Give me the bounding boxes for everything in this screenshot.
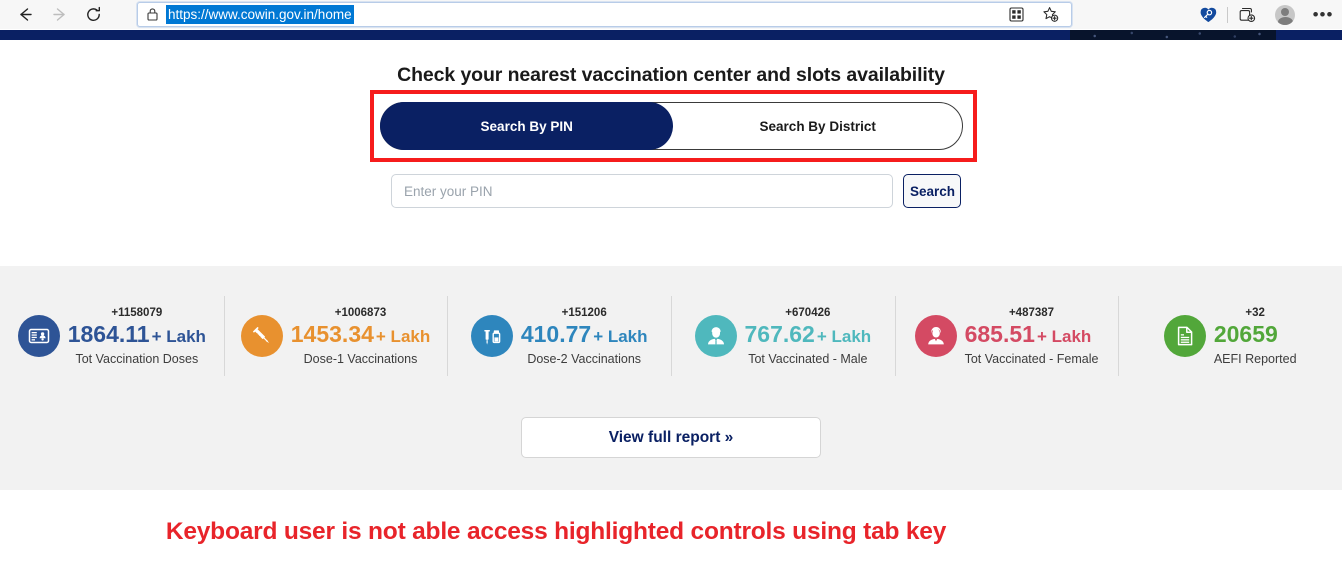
stat-card-male: +670426 767.62 + Lakh Tot Vaccinated - Ma… — [671, 294, 895, 378]
male-person-icon — [694, 315, 737, 357]
vaccination-card-icon — [17, 315, 60, 357]
stat-value: 20659 — [1213, 320, 1278, 347]
stat-delta: +32 — [1245, 306, 1265, 319]
stat-value: 685.51 — [964, 320, 1035, 347]
syringe-vial-icon — [470, 315, 513, 357]
stat-unit: + Lakh — [375, 326, 431, 346]
back-button[interactable] — [8, 1, 42, 29]
tab-search-by-pin[interactable]: Search By PIN — [380, 102, 674, 150]
document-report-icon — [1163, 315, 1206, 357]
stat-delta: +151206 — [561, 306, 607, 319]
collections-icon[interactable] — [1228, 0, 1266, 29]
search-section: Check your nearest vaccination center an… — [0, 40, 1342, 266]
statistics-section: +1158079 1864.11 + Lakh Tot Vaccination D… — [0, 266, 1342, 490]
stat-card-aefi: +32 20659 AEFI Reported — [1118, 294, 1342, 378]
stat-delta: +487387 — [1008, 306, 1055, 319]
view-full-report-button[interactable]: View full report » — [521, 417, 821, 458]
more-dots: ••• — [1312, 4, 1334, 24]
url-text[interactable]: https://www.cowin.gov.in/home — [166, 5, 354, 24]
forward-button[interactable] — [42, 1, 76, 29]
stat-label: Tot Vaccinated - Male — [748, 351, 868, 366]
stat-unit: + Lakh — [1036, 326, 1092, 346]
syringe-icon — [240, 315, 283, 357]
split-screen-icon[interactable] — [999, 3, 1033, 27]
stat-card-total-doses: +1158079 1864.11 + Lakh Tot Vaccination D… — [0, 294, 224, 378]
stat-label: Tot Vaccination Doses — [75, 351, 199, 366]
site-header-banner-image — [1070, 30, 1276, 40]
stat-unit: + Lakh — [816, 326, 872, 346]
add-favorite-icon[interactable] — [1033, 3, 1067, 27]
address-bar[interactable]: https://www.cowin.gov.in/home — [137, 2, 1072, 27]
stat-delta: +1006873 — [334, 306, 387, 319]
stat-value: 1453.34 — [290, 320, 374, 347]
browser-toolbar: https://www.cowin.gov.in/home ••• — [0, 0, 1342, 29]
stat-value: 1864.11 — [67, 320, 150, 347]
stat-delta: +1158079 — [111, 306, 163, 319]
stat-label: AEFI Reported — [1213, 351, 1297, 366]
search-button[interactable]: Search — [903, 174, 961, 208]
stat-label: Tot Vaccinated - Female — [964, 351, 1099, 366]
pin-search-row: Search — [391, 174, 961, 208]
stat-card-dose-2: +151206 410.77 + Lakh Dose-2 Vaccinations — [447, 294, 671, 378]
stat-value: 410.77 — [520, 320, 592, 347]
profile-avatar[interactable] — [1266, 0, 1304, 29]
reload-button[interactable] — [76, 1, 110, 29]
stat-delta: +670426 — [785, 306, 831, 319]
browser-actions: ••• — [1189, 0, 1342, 29]
stat-card-dose-1: +1006873 1453.34 + Lakh Dose-1 Vaccinatio… — [223, 294, 448, 378]
accessibility-annotation-text: Keyboard user is not able access highlig… — [165, 518, 947, 545]
stat-unit: + Lakh — [151, 326, 206, 346]
lock-icon[interactable] — [138, 7, 166, 22]
pin-input[interactable] — [391, 174, 893, 208]
password-heart-icon[interactable] — [1189, 0, 1227, 29]
female-person-icon — [914, 315, 957, 357]
search-mode-toggle: Search By PIN Search By District — [380, 102, 963, 150]
stat-value: 767.62 — [744, 320, 815, 347]
tab-search-by-district[interactable]: Search By District — [673, 103, 962, 149]
stat-card-female: +487387 685.51 + Lakh Tot Vaccinated - Fe… — [894, 294, 1119, 378]
page-title: Check your nearest vaccination center an… — [397, 64, 945, 86]
stat-label: Dose-2 Vaccinations — [527, 351, 642, 366]
stat-unit: + Lakh — [593, 326, 648, 346]
settings-more-icon[interactable]: ••• — [1304, 0, 1342, 29]
stat-label: Dose-1 Vaccinations — [303, 351, 418, 366]
statistics-row: +1158079 1864.11 + Lakh Tot Vaccination D… — [0, 294, 1342, 378]
